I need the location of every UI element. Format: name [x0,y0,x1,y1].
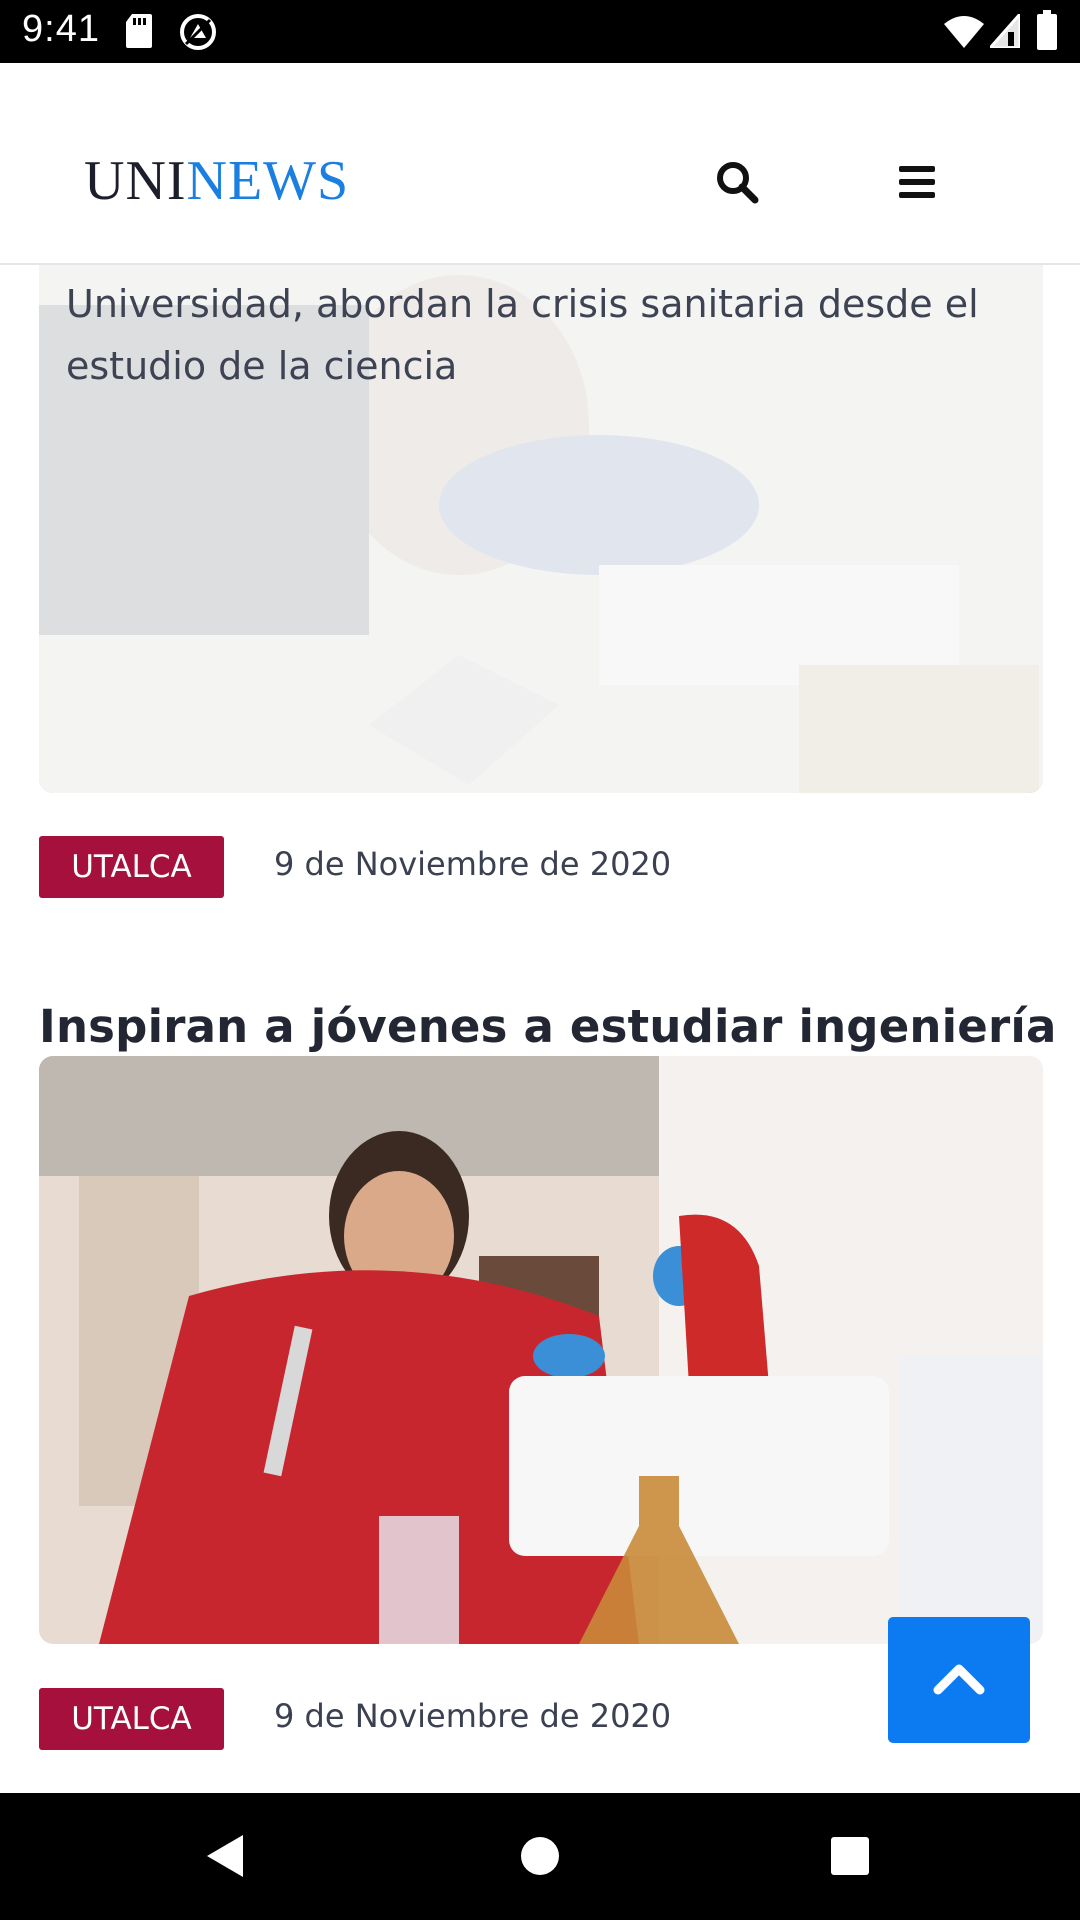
system-nav-bar [0,1793,1080,1920]
vpn-icon [178,12,218,57]
category-badge[interactable]: UTALCA [39,1688,224,1750]
article-date: 9 de Noviembre de 2020 [274,1697,672,1735]
wifi-icon [944,14,984,53]
article-title[interactable]: Inspiran a jóvenes a estudiar ingeniería [39,1000,1057,1053]
logo-news: NEWS [186,150,350,212]
menu-icon [897,164,937,205]
news-feed[interactable]: Niñas y niños, junto a científicos de la… [0,265,1080,1793]
battery-icon [1036,10,1058,55]
category-badge[interactable]: UTALCA [39,836,224,898]
back-to-top-button[interactable] [888,1617,1030,1743]
status-bar: 9:41 [0,0,1080,63]
article-image[interactable] [39,1056,1043,1644]
search-icon [715,160,759,209]
nav-home-button[interactable] [505,1823,575,1893]
app-header: UNINEWS [0,63,1080,265]
chevron-up-icon [933,1661,985,1700]
home-icon [520,1836,560,1881]
article-title[interactable]: Niñas y niños, junto a científicos de la… [66,265,996,397]
article-photo-lab-student [39,1056,1043,1644]
logo-uni: UNI [84,150,187,212]
recents-icon [830,1836,870,1881]
signal-icon [986,10,1022,53]
status-time: 9:41 [22,8,100,50]
back-icon [205,1833,245,1884]
site-logo[interactable]: UNINEWS [84,149,349,213]
sd-card-icon [124,12,154,55]
article-date: 9 de Noviembre de 2020 [274,845,672,883]
nav-recents-button[interactable] [815,1823,885,1893]
menu-button[interactable] [882,149,952,219]
nav-back-button[interactable] [190,1823,260,1893]
search-button[interactable] [702,149,772,219]
